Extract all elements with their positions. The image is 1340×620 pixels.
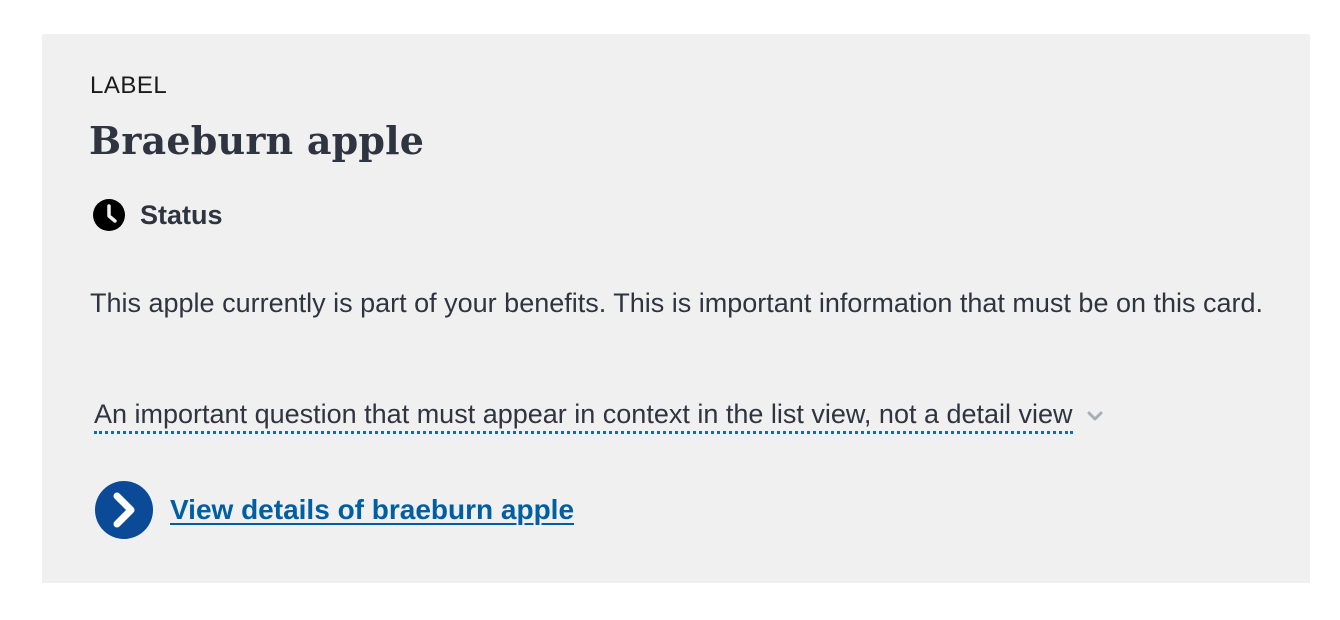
card-label: LABEL (90, 72, 168, 99)
view-details-link-row[interactable]: View details of braeburn apple (94, 480, 574, 540)
benefit-card: LABEL Braeburn apple Status This apple c… (42, 34, 1310, 583)
view-details-link[interactable]: View details of braeburn apple (170, 494, 574, 526)
arrow-circle-right-icon[interactable] (94, 480, 154, 540)
status-row: Status (92, 198, 223, 232)
question-toggle[interactable]: An important question that must appear i… (94, 397, 1105, 434)
status-text: Status (140, 199, 223, 230)
chevron-down-icon[interactable] (1085, 406, 1105, 426)
clock-icon (92, 198, 126, 232)
card-description: This apple currently is part of your ben… (90, 288, 1264, 318)
question-text[interactable]: An important question that must appear i… (94, 397, 1073, 434)
card-title: Braeburn apple (89, 118, 425, 163)
